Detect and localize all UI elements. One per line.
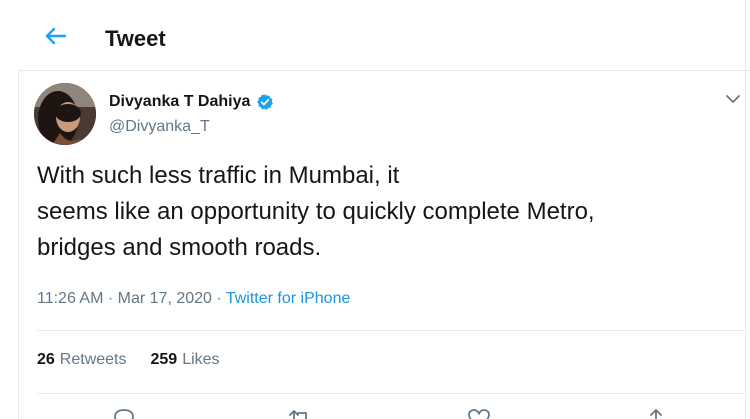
more-options-button[interactable] [722,88,744,110]
tweet-time[interactable]: 11:26 AM [37,290,103,307]
tweet-stats: 26 Retweets 259 Likes [37,349,220,371]
page-title: Tweet [105,26,166,51]
column-border-right [745,0,746,419]
meta-separator: · [211,290,226,307]
reply-button[interactable] [111,407,137,419]
retweet-button[interactable] [287,407,313,419]
reply-icon [114,409,134,419]
back-button[interactable] [38,20,74,52]
chevron-down-icon [726,95,740,103]
like-button[interactable] [466,407,492,419]
tweet-meta: 11:26 AM · Mar 17, 2020 · Twitter for iP… [37,288,350,310]
verified-badge-icon [256,93,274,111]
retweets-stat[interactable]: 26 Retweets [37,349,127,371]
header-divider [18,70,750,71]
tweet-date[interactable]: Mar 17, 2020 [118,290,212,307]
tweet-detail-page: Tweet Divyanka T Dahiya @Divyanka_T With… [0,0,750,419]
tweet-source-link[interactable]: Twitter for iPhone [226,290,351,307]
retweets-label: Retweets [59,351,127,368]
author-name[interactable]: Divyanka T Dahiya [109,92,250,112]
tweet-line: With such less traffic in Mumbai, it [37,162,400,189]
header: Tweet [0,0,750,70]
column-border-left [18,70,19,419]
avatar-image [34,83,96,145]
arrow-left-icon [45,27,67,45]
divider [37,393,745,394]
retweets-count: 26 [37,351,55,368]
author-name-row: Divyanka T Dahiya [109,92,274,112]
divider [37,330,745,331]
tweet-line: bridges and smooth roads. [37,234,322,261]
likes-stat[interactable]: 259 Likes [151,349,220,371]
share-button[interactable] [643,407,669,419]
meta-separator: · [103,290,118,307]
retweet-icon [289,410,307,419]
author-handle[interactable]: @Divyanka_T [109,117,210,137]
tweet-line: seems like an opportunity to quickly com… [37,198,595,225]
avatar[interactable] [34,83,96,145]
likes-count: 259 [150,351,178,368]
tweet-text: With such less traffic in Mumbai, it see… [37,158,727,266]
share-icon [650,409,662,419]
likes-label: Likes [182,351,220,368]
like-icon [468,409,490,419]
